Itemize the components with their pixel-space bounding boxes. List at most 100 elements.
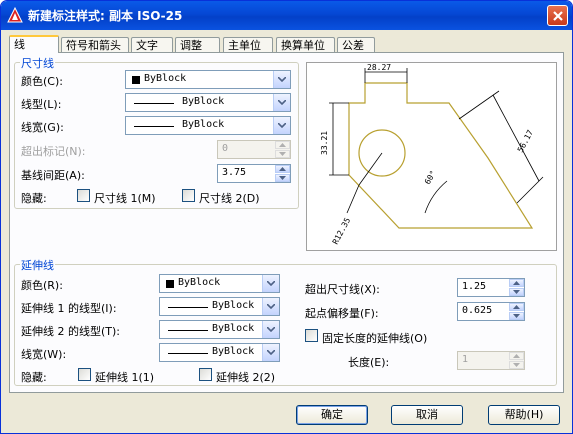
tab-fit[interactable]: 调整 [175,37,220,53]
title-bar[interactable]: 新建标注样式: 副本 ISO-25 [1,1,572,30]
origin-offset-value: 0.625 [462,305,493,316]
arrow-up-icon [279,167,286,171]
length-spinner[interactable]: 1 [457,351,525,370]
tab-symbols-arrows[interactable]: 符号和箭头 [61,37,129,53]
dropdown-arrow[interactable] [273,117,290,134]
spin-up-button[interactable] [275,141,290,149]
ext-linetype2-select[interactable]: ByBlock [159,320,280,339]
extension-lines-group: 延伸线 颜色(R): ByBlock 延伸线 1 的线型(I): ByBlock… [14,257,557,386]
dim-linetype-value: ByBlock [182,96,225,107]
fixed-length-checkbox[interactable] [305,329,318,342]
baseline-spacing-label: 基线间距(A): [21,169,85,182]
suppress-dim-line-1-checkbox[interactable] [77,189,90,202]
arrow-down-icon [513,363,520,367]
arrow-up-icon [513,354,520,358]
tab-panel-lines: 尺寸线 颜色(C): ByBlock 线型(L): ByBlock 线宽(G):… [9,52,564,393]
ext-linetype1-select[interactable]: ByBlock [159,297,280,316]
extend-beyond-spinner[interactable]: 1.25 [457,278,525,297]
arrow-down-icon [513,314,520,318]
preview-dim-right: 56.17 [516,128,535,154]
ok-button[interactable]: 确定 [296,405,368,425]
spinner-buttons [509,352,524,369]
preview-outline [348,82,534,229]
baseline-spacing-spinner[interactable]: 3.75 [217,164,291,183]
ext-linetype1-label: 延伸线 1 的线型(I): [21,302,117,315]
origin-offset-spinner[interactable]: 0.625 [457,302,525,321]
origin-offset-label: 起点偏移量(F): [305,307,379,320]
dim-linetype-label: 线型(L): [21,98,62,111]
dim-lineweight-select[interactable]: ByBlock [125,116,291,135]
dropdown-arrow[interactable] [273,71,290,88]
spin-down-button[interactable] [509,312,524,320]
suppress-ext-line-2-label: 延伸线 2(2) [216,371,276,384]
arrow-up-icon [279,143,286,147]
dim-color-select[interactable]: ByBlock [125,70,291,89]
arrow-up-icon [513,305,520,309]
spin-down-button[interactable] [509,288,524,296]
dim-color-label: 颜色(C): [21,75,63,88]
cancel-button[interactable]: 取消 [391,405,463,425]
autocad-logo-icon [7,7,23,23]
color-swatch [166,280,174,288]
ext-lineweight-value: ByBlock [212,346,255,357]
chevron-down-icon [278,77,286,82]
tab-lines[interactable]: 线 [9,35,59,53]
suppress-dim-line-2-label: 尺寸线 2(D) [199,192,260,205]
dialog-window: 新建标注样式: 副本 ISO-25 线 符号和箭头 文字 调整 主单位 换算单位… [0,0,573,434]
preview-dim-angle: 60° [423,169,438,186]
spin-up-button[interactable] [509,352,524,360]
arrow-down-icon [279,176,286,180]
ext-lineweight-label: 线宽(W): [21,348,67,361]
spin-up-button[interactable] [275,165,290,173]
dropdown-arrow[interactable] [262,321,279,338]
dropdown-arrow[interactable] [262,298,279,315]
length-value: 1 [462,354,469,365]
help-button[interactable]: 帮助(H) [488,405,560,425]
chevron-down-icon [267,350,275,355]
line-sample [168,353,208,354]
chevron-down-icon [267,304,275,309]
ext-linetype2-label: 延伸线 2 的线型(T): [21,325,120,338]
spin-down-button[interactable] [275,150,290,158]
tab-alternate-units[interactable]: 换算单位 [276,37,335,53]
line-sample [134,103,174,104]
spin-down-button[interactable] [509,361,524,369]
suppress-dim-line-1-label: 尺寸线 1(M) [94,192,156,205]
dropdown-arrow[interactable] [262,275,279,292]
ext-color-select[interactable]: ByBlock [159,274,280,293]
spin-up-button[interactable] [509,279,524,287]
spinner-buttons [509,303,524,320]
ext-color-value: ByBlock [178,277,221,288]
suppress-ext-line-1-label: 延伸线 1(1) [95,371,155,384]
dimension-lines-group: 尺寸线 颜色(C): ByBlock 线型(L): ByBlock 线宽(G):… [14,55,299,209]
dropdown-arrow[interactable] [273,94,290,111]
arrow-down-icon [513,290,520,294]
ext-linetype2-value: ByBlock [212,323,255,334]
tab-text[interactable]: 文字 [131,37,173,53]
preview-geometry [348,82,534,229]
line-sample [134,126,174,127]
dim-linetype-select[interactable]: ByBlock [125,93,291,112]
dimension-preview: 28.27 33.21 56.17 R12.35 60° [306,62,557,251]
ext-lineweight-select[interactable]: ByBlock [159,343,280,362]
spin-up-button[interactable] [509,303,524,311]
chevron-down-icon [278,123,286,128]
dim-color-value: ByBlock [144,73,187,84]
extend-ticks-spinner[interactable]: 0 [217,140,291,159]
arrow-up-icon [513,281,520,285]
close-button[interactable] [547,5,568,26]
spin-down-button[interactable] [275,174,290,182]
chevron-down-icon [267,281,275,286]
ext-suppress-label: 隐藏: [21,371,47,384]
line-sample [168,330,208,331]
suppress-ext-line-2-checkbox[interactable] [199,368,212,381]
suppress-dim-line-2-checkbox[interactable] [182,189,195,202]
tab-tolerances[interactable]: 公差 [337,37,375,53]
group-title-dimension-lines: 尺寸线 [20,55,55,71]
ext-linetype1-value: ByBlock [212,300,255,311]
tab-primary-units[interactable]: 主单位 [223,37,273,53]
extend-ticks-value: 0 [222,143,229,154]
arrow-down-icon [279,152,286,156]
dropdown-arrow[interactable] [262,344,279,361]
suppress-ext-line-1-checkbox[interactable] [78,368,91,381]
